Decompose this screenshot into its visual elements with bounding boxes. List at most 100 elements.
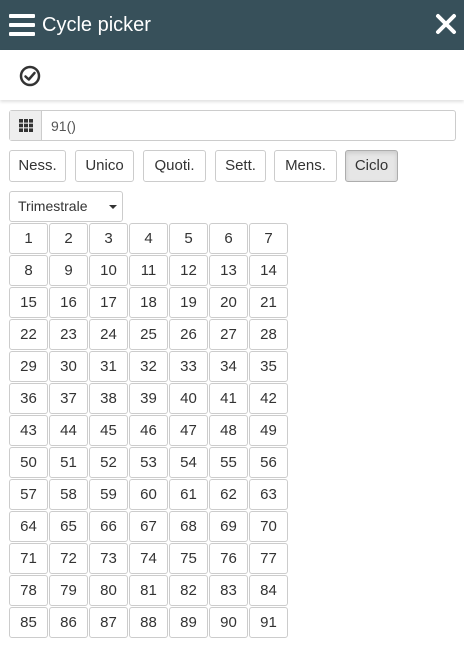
day-button[interactable]: 31 [89,351,128,382]
day-button[interactable]: 20 [209,287,248,318]
day-button[interactable]: 75 [169,543,208,574]
day-button[interactable]: 80 [89,575,128,606]
day-button[interactable]: 56 [249,447,288,478]
day-button[interactable]: 10 [89,255,128,286]
day-button[interactable]: 7 [249,223,288,254]
day-button[interactable]: 25 [129,319,168,350]
day-button[interactable]: 78 [9,575,48,606]
day-button[interactable]: 87 [89,607,128,638]
day-button[interactable]: 1 [9,223,48,254]
day-button[interactable]: 66 [89,511,128,542]
day-button[interactable]: 2 [49,223,88,254]
day-button[interactable]: 34 [209,351,248,382]
day-button[interactable]: 46 [129,415,168,446]
day-button[interactable]: 45 [89,415,128,446]
day-button[interactable]: 77 [249,543,288,574]
day-button[interactable]: 90 [209,607,248,638]
day-button[interactable]: 19 [169,287,208,318]
day-button[interactable]: 21 [249,287,288,318]
type-button-mens[interactable]: Mens. [274,150,337,182]
day-button[interactable]: 82 [169,575,208,606]
day-button[interactable]: 68 [169,511,208,542]
day-button[interactable]: 9 [49,255,88,286]
day-button[interactable]: 29 [9,351,48,382]
day-button[interactable]: 71 [9,543,48,574]
day-button[interactable]: 39 [129,383,168,414]
day-button[interactable]: 60 [129,479,168,510]
day-button[interactable]: 8 [9,255,48,286]
day-button[interactable]: 5 [169,223,208,254]
day-button[interactable]: 64 [9,511,48,542]
day-button[interactable]: 81 [129,575,168,606]
day-button[interactable]: 74 [129,543,168,574]
day-button[interactable]: 12 [169,255,208,286]
day-button[interactable]: 88 [129,607,168,638]
day-button[interactable]: 44 [49,415,88,446]
day-button[interactable]: 65 [49,511,88,542]
day-button[interactable]: 70 [249,511,288,542]
check-circle-icon[interactable] [19,65,41,87]
day-button[interactable]: 61 [169,479,208,510]
day-button[interactable]: 67 [129,511,168,542]
input-addon[interactable] [10,111,42,140]
day-button[interactable]: 59 [89,479,128,510]
day-button[interactable]: 54 [169,447,208,478]
day-button[interactable]: 84 [249,575,288,606]
day-button[interactable]: 33 [169,351,208,382]
day-button[interactable]: 47 [169,415,208,446]
day-button[interactable]: 24 [89,319,128,350]
day-button[interactable]: 15 [9,287,48,318]
hamburger-menu-icon[interactable] [9,13,35,37]
day-button[interactable]: 36 [9,383,48,414]
day-button[interactable]: 17 [89,287,128,318]
day-button[interactable]: 4 [129,223,168,254]
day-button[interactable]: 32 [129,351,168,382]
day-button[interactable]: 38 [89,383,128,414]
day-button[interactable]: 22 [9,319,48,350]
day-button[interactable]: 14 [249,255,288,286]
day-button[interactable]: 85 [9,607,48,638]
day-button[interactable]: 6 [209,223,248,254]
day-button[interactable]: 91 [249,607,288,638]
day-button[interactable]: 53 [129,447,168,478]
day-button[interactable]: 83 [209,575,248,606]
day-button[interactable]: 79 [49,575,88,606]
value-input[interactable] [43,111,455,140]
day-button[interactable]: 40 [169,383,208,414]
day-button[interactable]: 57 [9,479,48,510]
day-button[interactable]: 55 [209,447,248,478]
type-button-sett[interactable]: Sett. [215,150,266,182]
close-icon[interactable] [434,12,458,36]
day-button[interactable]: 42 [249,383,288,414]
day-button[interactable]: 35 [249,351,288,382]
day-button[interactable]: 27 [209,319,248,350]
day-button[interactable]: 51 [49,447,88,478]
day-button[interactable]: 30 [49,351,88,382]
day-button[interactable]: 73 [89,543,128,574]
type-button-ness[interactable]: Ness. [9,150,66,182]
frequency-dropdown[interactable]: Trimestrale [9,191,123,222]
day-button[interactable]: 49 [249,415,288,446]
day-button[interactable]: 43 [9,415,48,446]
day-button[interactable]: 89 [169,607,208,638]
day-button[interactable]: 62 [209,479,248,510]
day-button[interactable]: 26 [169,319,208,350]
day-button[interactable]: 28 [249,319,288,350]
day-button[interactable]: 69 [209,511,248,542]
day-button[interactable]: 86 [49,607,88,638]
day-button[interactable]: 18 [129,287,168,318]
day-button[interactable]: 3 [89,223,128,254]
day-button[interactable]: 58 [49,479,88,510]
type-button-unico[interactable]: Unico [75,150,134,182]
day-button[interactable]: 23 [49,319,88,350]
day-button[interactable]: 50 [9,447,48,478]
day-button[interactable]: 11 [129,255,168,286]
day-button[interactable]: 13 [209,255,248,286]
day-button[interactable]: 63 [249,479,288,510]
day-button[interactable]: 37 [49,383,88,414]
day-button[interactable]: 52 [89,447,128,478]
type-button-quoti[interactable]: Quoti. [143,150,206,182]
type-button-ciclo[interactable]: Ciclo [345,150,398,182]
day-button[interactable]: 16 [49,287,88,318]
day-button[interactable]: 48 [209,415,248,446]
